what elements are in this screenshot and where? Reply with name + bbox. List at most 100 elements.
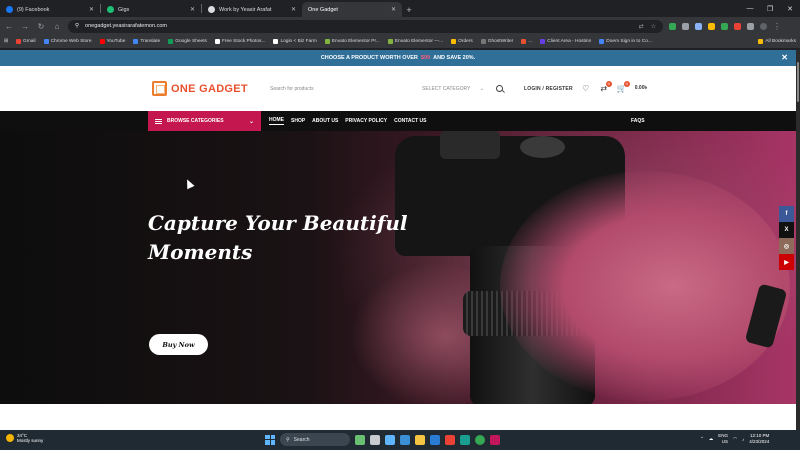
- profile-avatar-icon[interactable]: [760, 22, 767, 30]
- bookmark-item[interactable]: Chrome Web Store: [43, 39, 92, 44]
- address-bar[interactable]: ⚲ onegadget.yeasirarafatemon.com ⇄ ☆: [68, 19, 663, 33]
- bookmark-item[interactable]: Orders: [451, 39, 473, 44]
- translate-icon[interactable]: ⇄: [639, 23, 644, 30]
- bookmark-item[interactable]: Gmail: [16, 39, 36, 44]
- buy-now-button[interactable]: Buy Now: [149, 334, 208, 355]
- youtube-icon[interactable]: ▶: [779, 254, 794, 270]
- volume-icon[interactable]: ♪: [742, 437, 744, 442]
- bookmark-item[interactable]: Translate: [133, 39, 160, 44]
- chrome-icon[interactable]: [475, 434, 485, 445]
- search-icon[interactable]: [494, 83, 506, 95]
- taskbar-search[interactable]: ⚲ Search: [280, 433, 350, 446]
- home-icon[interactable]: ⌂: [52, 22, 62, 31]
- x-icon[interactable]: X: [779, 222, 794, 238]
- bookmark-item[interactable]: ...: [521, 39, 532, 44]
- bookmark-item[interactable]: Envato Elementor —...: [387, 39, 443, 44]
- bookmark-item[interactable]: Envato Elementor Pr...: [324, 39, 380, 44]
- cart-total[interactable]: 0.00৳: [635, 85, 647, 93]
- extension-icon[interactable]: [682, 22, 689, 30]
- login-register-link[interactable]: LOGIN / REGISTER: [524, 86, 573, 92]
- close-tab-icon[interactable]: ✕: [89, 6, 94, 13]
- tab-label: (9) Facebook: [17, 6, 50, 13]
- windows-start-icon[interactable]: [265, 434, 275, 445]
- bookmark-item[interactable]: Doem Sign in to Co...: [599, 39, 652, 44]
- task-view-icon[interactable]: [370, 434, 380, 445]
- chevron-up-icon[interactable]: ⌃: [700, 436, 704, 442]
- compare-icon[interactable]: ⇄ 0: [599, 81, 612, 94]
- category-select[interactable]: SELECT CATEGORY ⌄: [422, 86, 484, 92]
- wifi-icon[interactable]: ◠: [733, 436, 737, 442]
- bookmark-item[interactable]: Free Stock Photos...: [214, 39, 265, 44]
- heart-icon[interactable]: ♡: [581, 84, 591, 94]
- instagram-icon[interactable]: ◎: [779, 238, 794, 254]
- taskbar-clock[interactable]: 12:10 PM 4/23/2024: [749, 433, 769, 445]
- tab-label: Gigs: [118, 6, 130, 13]
- tab-gigs[interactable]: Gigs ✕: [101, 2, 201, 17]
- site-info-icon[interactable]: ⚲: [75, 23, 79, 29]
- close-window-icon[interactable]: ✕: [780, 5, 800, 13]
- extension-icon[interactable]: [708, 22, 715, 30]
- reload-icon[interactable]: ↻: [36, 22, 46, 31]
- bookmark-item[interactable]: GhostWriter: [480, 39, 513, 44]
- language-indicator[interactable]: ENG US: [718, 433, 728, 445]
- logo-text: ONE GADGET: [171, 82, 248, 95]
- all-bookmarks[interactable]: All Bookmarks: [758, 39, 796, 44]
- close-icon[interactable]: ✕: [781, 53, 788, 62]
- app-icon[interactable]: [490, 434, 500, 445]
- store-icon[interactable]: [430, 434, 440, 445]
- main-navigation: BROWSE CATEGORIES ⌄ HOME SHOP ABOUT US P…: [0, 111, 796, 131]
- file-explorer-icon[interactable]: [415, 434, 425, 445]
- browse-categories-label: BROWSE CATEGORIES: [167, 118, 224, 124]
- tab-label: One Gadget: [308, 6, 338, 13]
- cart-icon[interactable]: 🛒 0: [617, 81, 630, 94]
- tab-facebook[interactable]: (9) Facebook ✕: [0, 2, 100, 17]
- bookmark-item[interactable]: Login < Biz Farm: [273, 39, 317, 44]
- back-icon[interactable]: ←: [4, 22, 14, 31]
- minimize-icon[interactable]: —: [740, 5, 760, 12]
- promo-highlight: $99: [420, 55, 431, 61]
- tab-work[interactable]: Work by Yeasir Arafat ✕: [202, 2, 302, 17]
- puzzle-icon[interactable]: [747, 22, 754, 30]
- forward-icon[interactable]: →: [20, 22, 30, 31]
- bookmark-item[interactable]: Google Sheets: [168, 39, 207, 44]
- close-tab-icon[interactable]: ✕: [291, 6, 296, 13]
- nav-faqs[interactable]: FAQS: [631, 118, 645, 124]
- browse-categories-button[interactable]: BROWSE CATEGORIES ⌄: [148, 111, 261, 131]
- search-input[interactable]: [266, 86, 416, 92]
- chevron-down-icon: ⌄: [248, 118, 254, 125]
- bookmark-item[interactable]: Client Area - Hostinn: [540, 39, 591, 44]
- bookmark-item[interactable]: YouTube: [99, 39, 125, 44]
- nav-contact-us[interactable]: CONTACT US: [394, 118, 426, 124]
- bookmark-star-icon[interactable]: ☆: [651, 23, 656, 30]
- nav-home[interactable]: HOME: [269, 117, 284, 125]
- search-icon: ⚲: [286, 436, 290, 443]
- taskbar-search-label: Search: [293, 436, 310, 443]
- nav-about-us[interactable]: ABOUT US: [312, 118, 338, 124]
- tab-one-gadget[interactable]: One Gadget ✕: [302, 2, 402, 17]
- menu-dots-icon[interactable]: ⋮: [773, 22, 781, 31]
- edge-icon[interactable]: [460, 434, 470, 445]
- scrollbar-thumb[interactable]: [797, 62, 799, 102]
- widgets-icon[interactable]: [355, 434, 365, 445]
- close-tab-icon[interactable]: ✕: [190, 6, 195, 13]
- facebook-icon[interactable]: f: [779, 206, 794, 222]
- close-tab-icon[interactable]: ✕: [391, 6, 396, 13]
- nav-privacy-policy[interactable]: PRIVACY POLICY: [345, 118, 387, 124]
- app-icon[interactable]: [445, 434, 455, 445]
- fiverr-favicon-icon: [107, 6, 114, 13]
- maximize-icon[interactable]: ❐: [760, 5, 780, 13]
- apps-grid-icon[interactable]: ⊞: [4, 39, 8, 44]
- extension-icon[interactable]: [721, 22, 728, 30]
- nav-shop[interactable]: SHOP: [291, 118, 305, 124]
- new-tab-button[interactable]: +: [402, 2, 416, 17]
- onedrive-icon[interactable]: ☁: [709, 436, 714, 442]
- extension-icon[interactable]: [669, 22, 676, 30]
- site-logo[interactable]: ONE GADGET: [152, 81, 248, 96]
- page-scrollbar[interactable]: [796, 50, 800, 430]
- chat-icon[interactable]: [385, 434, 395, 445]
- photos-icon[interactable]: [400, 434, 410, 445]
- extension-icon[interactable]: [695, 22, 702, 30]
- weather-widget[interactable]: 34°C Mostly sunny: [6, 433, 43, 443]
- hero-title-line-2: Moments: [148, 240, 253, 264]
- extension-icon[interactable]: [734, 22, 741, 30]
